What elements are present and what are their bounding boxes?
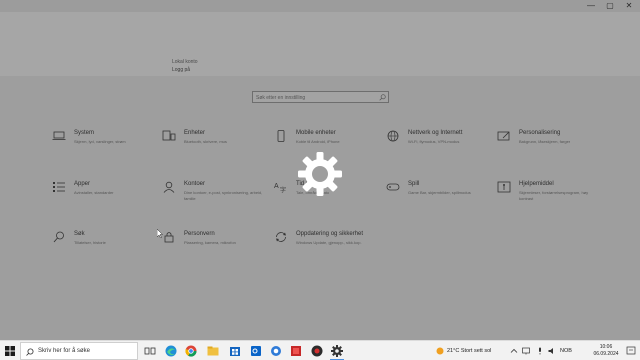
category-desc: Dine kontoer, e-post, synkronisering, ar… (184, 190, 263, 201)
category-title: Enheter (184, 130, 206, 136)
settings-icon[interactable] (330, 344, 344, 358)
accessibility-icon (497, 181, 511, 193)
weather-sun-icon (436, 347, 444, 355)
category-title: Søk (74, 231, 85, 237)
store-icon[interactable] (228, 344, 242, 358)
personalize-icon (497, 131, 510, 141)
category-personalization[interactable]: Personalisering Bakgrunn, låseskjerm, fa… (497, 130, 597, 160)
time-language-icon: A 字 (274, 183, 286, 193)
svg-text:字: 字 (280, 186, 286, 193)
category-title: Kontoer (184, 181, 206, 187)
edge-icon[interactable] (164, 344, 178, 358)
settings-header: Lokal konto Logg på (0, 12, 640, 76)
chevron-up-icon[interactable] (510, 347, 518, 355)
settings-search-box[interactable] (252, 91, 389, 103)
category-title: Personalisering (519, 130, 561, 136)
phone-icon (277, 130, 285, 142)
category-desc: Game Bar, skjermbilder, spillmodus (408, 190, 471, 195)
app-icon[interactable] (269, 344, 283, 358)
task-view-icon[interactable] (143, 344, 157, 358)
category-title: Oppdatering og sikkerhet (296, 231, 364, 237)
account-type: Lokal konto (172, 59, 198, 65)
clock[interactable]: 10:06 06.09.2024 (588, 344, 624, 358)
category-title: Hjelpemiddel (519, 181, 554, 187)
apps-icon (53, 182, 65, 192)
category-title: System (74, 130, 95, 136)
file-explorer-icon[interactable] (206, 344, 220, 358)
category-title: Nettverk og Internett (408, 130, 463, 136)
network-icon[interactable] (522, 347, 530, 355)
category-desc: Plassering, kamera, mikrofon (184, 240, 236, 245)
devices-icon (162, 130, 176, 141)
category-network[interactable]: Nettverk og Internett Wi-Fi, flymodus, V… (386, 130, 486, 160)
sync-icon (276, 232, 286, 242)
app-icon[interactable] (289, 344, 303, 358)
app-icon[interactable] (310, 344, 324, 358)
close-button[interactable]: ✕ (622, 0, 636, 12)
clock-date: 06.09.2024 (593, 351, 619, 357)
category-accounts[interactable]: Kontoer Dine kontoer, e-post, synkronise… (162, 181, 262, 211)
loading-gear-icon (298, 152, 342, 196)
category-desc: Koble til Android, iPhone (296, 139, 340, 144)
category-title: Mobile enheter (296, 130, 336, 136)
category-update-security[interactable]: Oppdatering og sikkerhet Windows Update,… (274, 231, 374, 261)
category-search[interactable]: Søk Tillatelser, historie (52, 231, 152, 261)
maximize-button[interactable]: ▢ (603, 0, 617, 12)
notifications-icon[interactable] (626, 346, 636, 356)
clock-time: 10:06 (599, 344, 613, 350)
category-desc: Windows Update, gjenopp., sikk.kop. (296, 240, 362, 245)
search-input[interactable] (256, 93, 374, 102)
svg-text:A: A (274, 183, 279, 190)
globe-icon (387, 130, 399, 142)
category-desc: Skjerm, lyd, varslinger, strøm (74, 139, 126, 144)
category-desc: Bakgrunn, låseskjerm, farger (519, 139, 571, 144)
category-gaming[interactable]: Spill Game Bar, skjermbilder, spillmodus (386, 181, 486, 211)
windows-start-icon[interactable] (5, 346, 15, 356)
taskbar-search-box[interactable]: Skriv her for å søke (20, 342, 138, 360)
microphone-icon[interactable] (536, 347, 544, 355)
category-system[interactable]: System Skjerm, lyd, varslinger, strøm (52, 130, 152, 160)
category-accessibility[interactable]: Hjelpemiddel Skjermleser, forstørrelsesp… (497, 181, 597, 211)
search-icon (53, 231, 64, 243)
category-title: Apper (74, 181, 91, 187)
category-title: Personvern (184, 231, 215, 237)
mouse-cursor-icon (157, 229, 163, 238)
sign-in-link[interactable]: Logg på (172, 66, 198, 74)
account-info[interactable]: Lokal konto Logg på (172, 58, 198, 74)
weather-text[interactable]: 21°C Stort sett sol (447, 348, 491, 354)
category-privacy[interactable]: Personvern Plassering, kamera, mikrofon (162, 231, 262, 261)
search-icon (26, 348, 34, 356)
category-desc: Tillatelser, historie (74, 240, 106, 245)
category-apps[interactable]: Apper Avinstaller, standarder (52, 181, 152, 211)
taskbar-search-placeholder: Skriv her for å søke (38, 348, 91, 354)
language-indicator[interactable]: NOB (560, 348, 572, 354)
lock-icon (164, 232, 174, 243)
category-desc: Skjermleser, forstørrelsesprogram, høy k… (519, 190, 589, 201)
volume-icon[interactable] (548, 347, 556, 355)
gamepad-icon (386, 183, 400, 191)
outlook-icon[interactable] (249, 344, 263, 358)
title-bar: — ▢ ✕ (0, 0, 640, 12)
category-title: Spill (408, 181, 420, 187)
chrome-icon[interactable] (184, 344, 198, 358)
person-icon (163, 181, 175, 193)
category-desc: Avinstaller, standarder (74, 190, 114, 195)
category-devices[interactable]: Enheter Bluetooth, skrivere, mus (162, 130, 262, 160)
laptop-icon (52, 131, 66, 140)
category-desc: Bluetooth, skrivere, mus (184, 139, 227, 144)
search-icon (379, 94, 386, 101)
category-desc: Wi-Fi, flymodus, VPN-modus (408, 139, 460, 144)
taskbar: Skriv her for å søke 21°C Stort sett sol… (0, 340, 640, 360)
minimize-button[interactable]: — (584, 0, 598, 12)
